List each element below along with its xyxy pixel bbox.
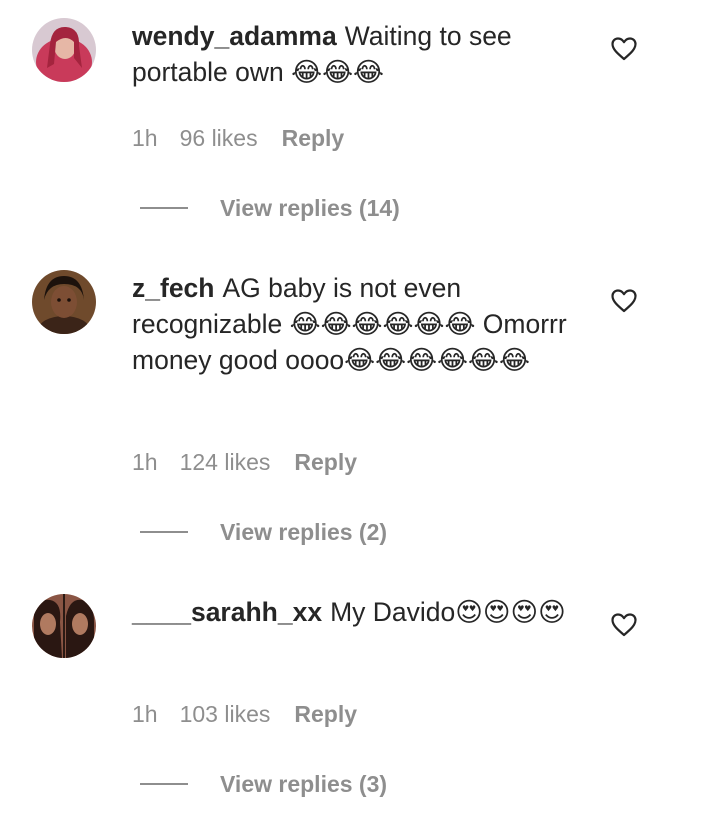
avatar-image	[32, 270, 96, 334]
comment-text: ____sarahh_xx My Davido😍😍😍😍	[132, 594, 572, 630]
reply-button[interactable]: Reply	[282, 124, 345, 152]
comment-meta: 1h 96 likes Reply	[132, 124, 344, 152]
comment-time: 1h	[132, 125, 158, 151]
comment-likes[interactable]: 96 likes	[180, 124, 258, 152]
reply-button[interactable]: Reply	[294, 700, 357, 728]
heart-outline-icon[interactable]	[611, 613, 637, 637]
avatar-image	[32, 18, 96, 82]
replies-divider-line	[140, 206, 188, 209]
heart-outline-icon[interactable]	[611, 289, 637, 313]
replies-divider-line	[140, 782, 188, 785]
comment-likes[interactable]: 124 likes	[180, 448, 271, 476]
view-replies-label: View replies (2)	[220, 519, 388, 545]
avatar[interactable]	[32, 18, 96, 82]
view-replies-button[interactable]: View replies (2)	[140, 518, 387, 546]
comment-text: wendy_adamma Waiting to see portable own …	[132, 18, 572, 90]
avatar[interactable]	[32, 594, 96, 658]
avatar[interactable]	[32, 270, 96, 334]
comment-meta: 1h 124 likes Reply	[132, 448, 357, 476]
comment-likes[interactable]: 103 likes	[180, 700, 271, 728]
avatar-image	[32, 594, 96, 658]
heart-outline-icon[interactable]	[611, 37, 637, 61]
comment-body: My Davido😍😍😍😍	[330, 597, 566, 627]
comment-username[interactable]: ____sarahh_xx	[132, 597, 322, 627]
comment-username[interactable]: wendy_adamma	[132, 21, 337, 51]
view-replies-label: View replies (3)	[220, 771, 388, 797]
comment-meta: 1h 103 likes Reply	[132, 700, 357, 728]
comment-time: 1h	[132, 701, 158, 727]
view-replies-button[interactable]: View replies (3)	[140, 770, 387, 798]
comment-item: wendy_adamma Waiting to see portable own …	[0, 0, 720, 240]
view-replies-button[interactable]: View replies (14)	[140, 194, 400, 222]
reply-button[interactable]: Reply	[294, 448, 357, 476]
view-replies-label: View replies (14)	[220, 195, 400, 221]
comment-time: 1h	[132, 449, 158, 475]
comment-username[interactable]: z_fech	[132, 273, 214, 303]
replies-divider-line	[140, 530, 188, 533]
comment-text: z_fech AG baby is not even recognizable 😂…	[132, 270, 572, 378]
